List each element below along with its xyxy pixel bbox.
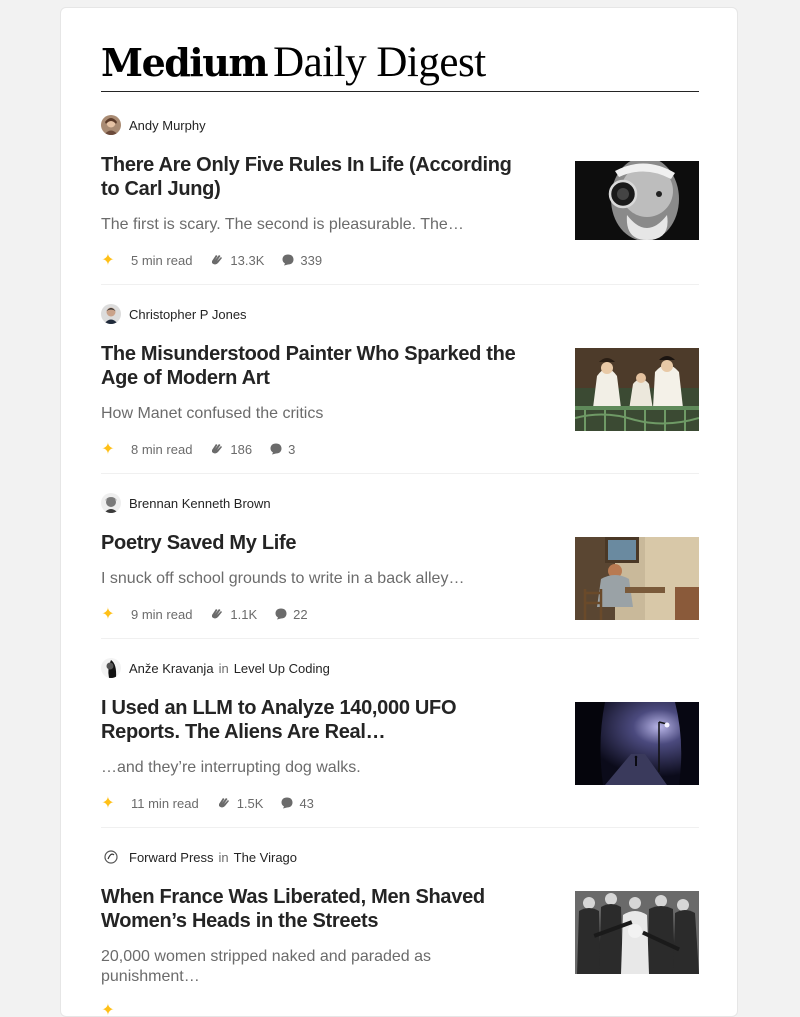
clap-icon: [212, 609, 223, 619]
response-count: 43: [280, 795, 314, 811]
response-count-value: 3: [288, 441, 296, 457]
author-row: Christopher P Jones: [101, 304, 247, 324]
article-title[interactable]: The Misunderstood Painter Who Sparked th…: [101, 342, 526, 390]
article-thumbnail[interactable]: [575, 537, 699, 620]
clap-count: 1.1K: [209, 606, 257, 622]
response-count-value: 339: [300, 252, 323, 268]
article-card[interactable]: Andy Murphy There Are Only Five Rules In…: [101, 115, 699, 285]
clap-count-value: 186: [230, 441, 253, 457]
author-row: Forward Press in The Virago: [101, 847, 297, 867]
medium-logo[interactable]: Medium: [101, 40, 269, 85]
clap-count: 1.5K: [216, 795, 264, 811]
author-name[interactable]: Forward Press: [129, 850, 214, 865]
article-subtitle[interactable]: How Manet confused the critics: [101, 404, 526, 424]
article-meta: ✦ 5 min read 13.3K 339: [101, 251, 339, 269]
article-meta: ✦ 9 min read 1.1K 22: [101, 605, 325, 623]
author-name[interactable]: Anže Kravanja: [129, 661, 214, 676]
author-name[interactable]: Andy Murphy: [129, 118, 206, 133]
comment-icon: [270, 443, 282, 455]
read-time: 8 min read: [131, 441, 193, 457]
digest-email-card: Medium Daily Digest Andy Murphy There Are…: [60, 7, 738, 1017]
author-row: Brennan Kenneth Brown: [101, 493, 271, 513]
response-count-value: 22: [293, 606, 308, 622]
author-row: Anže Kravanja in Level Up Coding: [101, 658, 330, 678]
author-name[interactable]: Christopher P Jones: [129, 307, 247, 322]
in-separator: in: [218, 660, 229, 676]
publication-name[interactable]: Level Up Coding: [234, 661, 330, 676]
article-thumbnail[interactable]: [575, 891, 699, 974]
read-time: 5 min read: [131, 252, 193, 268]
article-card[interactable]: Brennan Kenneth Brown Poetry Saved My Li…: [101, 493, 699, 639]
in-separator: in: [218, 849, 229, 865]
article-title[interactable]: I Used an LLM to Analyze 140,000 UFO Rep…: [101, 696, 526, 744]
author-row: Andy Murphy: [101, 115, 206, 135]
article-title[interactable]: Poetry Saved My Life: [101, 531, 526, 555]
article-thumbnail[interactable]: [575, 702, 699, 785]
article-meta: ✦ 8 min read 186 3: [101, 440, 312, 458]
clap-count-value: 1.1K: [230, 606, 258, 622]
response-count-value: 43: [299, 795, 314, 811]
comment-icon: [281, 797, 293, 809]
article-title[interactable]: When France Was Liberated, Men Shaved Wo…: [101, 885, 526, 933]
member-star-icon: ✦: [101, 1002, 115, 1017]
article-card[interactable]: Anže Kravanja in Level Up Coding I Used …: [101, 658, 699, 828]
response-count: 22: [274, 606, 308, 622]
clap-icon: [212, 255, 223, 265]
clap-count: 186: [209, 441, 252, 457]
article-subtitle[interactable]: 20,000 women stripped naked and paraded …: [101, 947, 526, 987]
author-avatar[interactable]: [101, 658, 121, 678]
article-subtitle[interactable]: …and they’re interrupting dog walks.: [101, 758, 526, 778]
member-star-icon: ✦: [101, 441, 115, 458]
member-star-icon: ✦: [101, 606, 115, 623]
read-time: 11 min read: [131, 795, 199, 811]
author-avatar[interactable]: [101, 493, 121, 513]
masthead: Medium Daily Digest: [101, 38, 699, 92]
member-star-icon: ✦: [101, 252, 115, 269]
article-thumbnail[interactable]: [575, 161, 699, 240]
article-subtitle[interactable]: I snuck off school grounds to write in a…: [101, 569, 526, 589]
read-time: 9 min read: [131, 606, 193, 622]
clap-icon: [212, 444, 223, 454]
author-avatar[interactable]: [101, 847, 121, 867]
comment-icon: [275, 608, 287, 620]
article-card[interactable]: Forward Press in The Virago When France …: [101, 847, 699, 1017]
publication-name[interactable]: The Virago: [234, 850, 297, 865]
comment-icon: [282, 254, 294, 266]
clap-count: 13.3K: [209, 252, 264, 268]
response-count: 339: [281, 253, 322, 268]
author-avatar[interactable]: [101, 304, 121, 324]
digest-title: Daily Digest: [273, 39, 486, 86]
member-star-icon: ✦: [101, 795, 115, 812]
clap-icon: [218, 798, 229, 808]
clap-count-value: 13.3K: [230, 252, 265, 268]
article-thumbnail[interactable]: [575, 348, 699, 431]
article-meta: ✦ 11 min read 1.5K 43: [101, 794, 331, 812]
article-meta: ✦: [101, 1001, 131, 1017]
clap-count-value: 1.5K: [236, 795, 264, 811]
response-count: 3: [269, 442, 295, 457]
author-avatar[interactable]: [101, 115, 121, 135]
article-subtitle[interactable]: The first is scary. The second is pleasu…: [101, 215, 526, 235]
author-name[interactable]: Brennan Kenneth Brown: [129, 496, 271, 511]
article-card[interactable]: Christopher P Jones The Misunderstood Pa…: [101, 304, 699, 474]
article-title[interactable]: There Are Only Five Rules In Life (Accor…: [101, 153, 526, 201]
